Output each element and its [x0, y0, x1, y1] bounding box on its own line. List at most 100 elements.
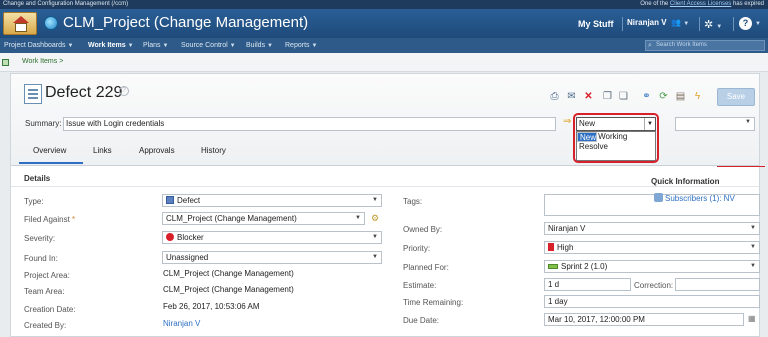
correction-label: Correction:	[634, 281, 674, 290]
project-title[interactable]: CLM_Project (Change Management)	[63, 14, 308, 31]
link-icon[interactable]: ⚭	[641, 91, 652, 102]
chevron-down-icon: ▼	[683, 21, 690, 27]
created-by-link[interactable]: Niranjan V	[163, 319, 200, 328]
menu-plans[interactable]: Plans ▼	[143, 38, 168, 54]
menu-label: Source Control	[181, 42, 228, 49]
tab-approvals[interactable]: Approvals	[139, 146, 175, 155]
severity-value: Blocker	[177, 233, 204, 242]
category-config-icon[interactable]: ⚙	[371, 213, 379, 224]
menu-source-control[interactable]: Source Control ▼	[181, 38, 236, 54]
tab-history[interactable]: History	[201, 146, 226, 155]
summary-label-text: Summary:	[25, 119, 62, 128]
filed-against-label-text: Filed Against	[24, 215, 70, 224]
owned-by-label: Owned By:	[403, 225, 443, 234]
subscribers-link[interactable]: Subscribers (1): NV	[654, 193, 735, 203]
tab-links[interactable]: Links	[93, 146, 112, 155]
separator	[622, 17, 623, 31]
save-button[interactable]: Save	[717, 88, 755, 106]
email-icon[interactable]: ✉	[566, 91, 577, 102]
chevron-down-icon: ▼	[311, 43, 318, 49]
breadcrumb-work-items[interactable]: Work Items >	[22, 58, 63, 65]
clipboard-icon[interactable]: ▤	[675, 91, 686, 102]
blocker-icon	[166, 233, 174, 241]
chevron-down-icon: ▼	[355, 215, 361, 221]
calendar-icon[interactable]: ▦	[748, 314, 756, 323]
time-remaining-label: Time Remaining:	[403, 298, 464, 307]
home-icon[interactable]	[3, 12, 37, 35]
sprint-icon	[548, 264, 558, 269]
work-item-header: Defect 229 ? ⎙ ✉ ✕ ❐ ❏ ⚭ ⟳ ▤ ϟ Save Summ…	[11, 74, 759, 166]
filed-against-value: CLM_Project (Change Management)	[166, 214, 297, 223]
found-in-select[interactable]: Unassigned ▼	[162, 251, 382, 264]
menu-project-dashboards[interactable]: Project Dashboards ▼	[4, 38, 73, 54]
chevron-down-icon: ▼	[750, 225, 756, 231]
help-icon[interactable]: ?	[119, 86, 129, 96]
type-label: Type:	[24, 197, 44, 206]
refresh-icon[interactable]: ⟳	[658, 91, 669, 102]
red-marker-line	[717, 166, 765, 167]
time-remaining-input[interactable]: 1 day	[544, 295, 760, 308]
chevron-down-icon: ▼	[372, 234, 378, 240]
correction-input[interactable]	[675, 278, 760, 291]
duplicate-icon[interactable]: ❏	[618, 91, 629, 102]
severity-label: Severity:	[24, 234, 56, 243]
active-tab-indicator	[19, 162, 83, 164]
team-area-value: CLM_Project (Change Management)	[163, 285, 294, 294]
my-stuff-menu[interactable]: My Stuff	[578, 19, 614, 29]
menu-reports[interactable]: Reports ▼	[285, 38, 317, 54]
divider	[11, 186, 759, 187]
menu-label: Builds	[246, 42, 266, 49]
search-work-items-input[interactable]: ⌕ Search Work Items	[645, 40, 765, 51]
priority-high-icon	[548, 243, 554, 251]
severity-select[interactable]: Blocker ▼	[162, 231, 382, 244]
app-bar: CLM_Project (Change Management) My Stuff…	[0, 9, 768, 38]
estimate-input[interactable]: 1 d	[544, 278, 631, 291]
chevron-down-icon: ▼	[67, 43, 74, 49]
summary-input[interactable]: Issue with Login credentials	[63, 117, 556, 131]
created-by-label: Created By:	[24, 321, 67, 330]
estimate-label: Estimate:	[403, 281, 437, 290]
search-placeholder: Search Work Items	[656, 42, 707, 48]
client-access-licenses-link[interactable]: Client Access Licenses	[670, 1, 731, 7]
print-icon[interactable]: ⎙	[549, 91, 560, 102]
chevron-down-icon: ▼	[267, 43, 273, 49]
type-select[interactable]: Defect ▼	[162, 194, 382, 207]
menu-builds[interactable]: Builds ▼	[246, 38, 273, 54]
filed-against-select[interactable]: CLM_Project (Change Management) ▼	[162, 212, 365, 225]
license-notice-prefix: One of the	[640, 1, 669, 7]
project-icon	[44, 16, 58, 30]
planned-for-value: Sprint 2 (1.0)	[561, 262, 608, 271]
gear-icon[interactable]: ✲ ▼	[704, 18, 722, 31]
priority-label: Priority:	[403, 244, 431, 253]
subscribers-icon	[654, 193, 663, 202]
summary-label: Summary: *	[25, 119, 67, 128]
defect-icon	[24, 84, 42, 104]
chevron-down-icon: ▼	[745, 119, 751, 125]
separator	[733, 17, 734, 31]
project-area-value: CLM_Project (Change Management)	[163, 269, 294, 278]
tags-label: Tags:	[403, 197, 423, 206]
filed-against-label: Filed Against *	[24, 215, 75, 224]
menu-work-items[interactable]: Work Items ▼	[88, 38, 134, 54]
chevron-down-icon[interactable]: ▼	[755, 21, 761, 27]
tab-overview[interactable]: Overview	[33, 146, 66, 155]
planned-for-select[interactable]: Sprint 2 (1.0) ▼	[544, 260, 760, 273]
help-icon[interactable]: ?	[739, 17, 752, 30]
chevron-down-icon: ▼	[162, 43, 169, 49]
resolution-select[interactable]: ▼	[675, 117, 755, 131]
user-menu[interactable]: Niranjan V 👥 ▼	[627, 18, 689, 27]
lightning-icon[interactable]: ϟ	[692, 91, 703, 102]
chevron-down-icon: ▼	[127, 43, 134, 49]
delete-icon[interactable]: ✕	[583, 91, 594, 102]
defect-icon	[166, 196, 174, 204]
license-notice: One of the Client Access Licenses has ex…	[640, 0, 764, 9]
team-area-label: Team Area:	[24, 287, 65, 296]
copy-icon[interactable]: ❐	[602, 91, 613, 102]
priority-select[interactable]: High ▼	[544, 241, 760, 254]
due-date-input[interactable]: Mar 10, 2017, 12:00:00 PM	[544, 313, 744, 326]
menu-label: Reports	[285, 42, 310, 49]
menu-label: Work Items	[88, 42, 126, 49]
chevron-down-icon: ▼	[229, 43, 236, 49]
license-notice-suffix: has expired	[732, 1, 764, 7]
owned-by-select[interactable]: Niranjan V ▼	[544, 222, 760, 235]
